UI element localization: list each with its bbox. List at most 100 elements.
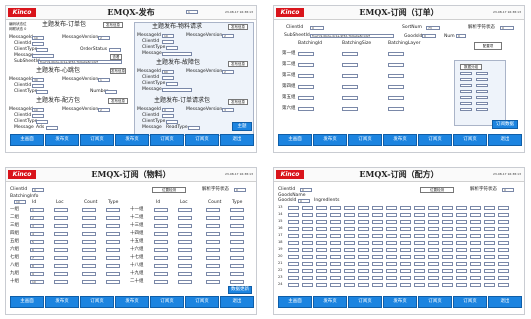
cell-field[interactable]	[106, 272, 120, 276]
cell-field[interactable]	[372, 241, 383, 245]
cell-field[interactable]	[302, 283, 313, 287]
cell-field[interactable]	[400, 255, 411, 259]
publish-alarm-button[interactable]: 发布信息	[228, 61, 248, 67]
setting-button[interactable]: 配置项	[474, 42, 502, 50]
cell-field[interactable]	[470, 248, 481, 252]
clientid-field[interactable]	[162, 40, 174, 44]
clientid-field[interactable]: 0	[300, 188, 312, 192]
cell-field[interactable]	[106, 216, 120, 220]
messageversion-field[interactable]: 3	[222, 108, 234, 112]
nav-publish-2[interactable]: 发布页	[115, 296, 149, 308]
batchinglayer-field[interactable]	[388, 63, 404, 67]
cell-field[interactable]	[484, 262, 495, 266]
cell-field[interactable]	[82, 232, 96, 236]
nav-main[interactable]: 主画面	[10, 296, 44, 308]
cell-field[interactable]: 3	[30, 224, 44, 228]
cell-field[interactable]	[316, 227, 327, 231]
messageversion-field[interactable]: 2	[98, 108, 110, 112]
cell-field[interactable]: 9	[30, 272, 44, 276]
cell-field[interactable]	[386, 283, 397, 287]
cell-field[interactable]	[400, 227, 411, 231]
readtype-field[interactable]	[188, 126, 200, 130]
batchingid-field[interactable]	[298, 107, 314, 111]
cell-field[interactable]	[358, 206, 369, 210]
cell-field[interactable]	[82, 256, 96, 260]
cell-field[interactable]	[358, 269, 369, 273]
cell-field[interactable]	[316, 262, 327, 266]
cell-field[interactable]	[154, 280, 168, 284]
cell-field[interactable]	[288, 255, 299, 259]
cell-field[interactable]	[386, 276, 397, 280]
cell-field[interactable]	[82, 224, 96, 228]
cell-field[interactable]	[442, 234, 453, 238]
cell-field[interactable]	[230, 240, 244, 244]
cell-field[interactable]	[428, 206, 439, 210]
cell-field[interactable]	[154, 264, 168, 268]
cell-field[interactable]: 4	[30, 232, 44, 236]
cell-field[interactable]	[484, 206, 495, 210]
cell-field[interactable]	[302, 269, 313, 273]
nav-subscribe[interactable]: 订阅页	[80, 296, 114, 308]
nav-main[interactable]: 主画面	[10, 134, 44, 146]
cell-field[interactable]	[400, 262, 411, 266]
batchinglayer-field[interactable]	[388, 96, 404, 100]
cell-field[interactable]	[230, 224, 244, 228]
group-field[interactable]	[460, 102, 472, 105]
nav-subscribe-3[interactable]: 订阅页	[453, 296, 487, 308]
cell-field[interactable]	[484, 276, 495, 280]
cell-field[interactable]	[372, 283, 383, 287]
cell-field[interactable]: 7	[30, 256, 44, 260]
group-field[interactable]	[460, 90, 472, 93]
nav-subscribe-2[interactable]: 订阅页	[418, 296, 452, 308]
cell-field[interactable]	[82, 264, 96, 268]
cell-field[interactable]	[330, 269, 341, 273]
cell-field[interactable]	[456, 262, 467, 266]
batchingid-field[interactable]	[298, 52, 314, 56]
cell-field[interactable]	[330, 255, 341, 259]
cell-field[interactable]	[456, 213, 467, 217]
cell-field[interactable]	[154, 216, 168, 220]
cell-field[interactable]	[358, 227, 369, 231]
parse-status-field[interactable]: 0	[500, 26, 514, 30]
cell-field[interactable]	[154, 272, 168, 276]
cell-field[interactable]	[414, 220, 425, 224]
cell-field[interactable]	[316, 269, 327, 273]
group-field[interactable]	[476, 96, 488, 99]
cell-field[interactable]	[82, 240, 96, 244]
group-field[interactable]	[460, 96, 472, 99]
group-data-button[interactable]: 数据分组	[460, 64, 482, 70]
cell-field[interactable]	[54, 216, 68, 220]
nav-exit[interactable]: 退出	[220, 296, 254, 308]
clientid-field[interactable]	[32, 114, 44, 118]
cell-field[interactable]	[106, 280, 120, 284]
cell-field[interactable]	[302, 255, 313, 259]
cell-field[interactable]	[82, 216, 96, 220]
messageversion-field[interactable]: 2	[222, 70, 234, 74]
cell-field[interactable]	[302, 220, 313, 224]
cell-field[interactable]	[400, 283, 411, 287]
cell-field[interactable]	[428, 255, 439, 259]
cell-field[interactable]	[344, 241, 355, 245]
cell-field[interactable]	[54, 232, 68, 236]
batchingsize-field[interactable]	[342, 63, 358, 67]
cell-field[interactable]	[428, 234, 439, 238]
group-field[interactable]	[460, 78, 472, 81]
cell-field[interactable]	[358, 262, 369, 266]
batchinglayer-field[interactable]	[388, 85, 404, 89]
cell-field[interactable]	[442, 262, 453, 266]
batchingid-field[interactable]	[298, 63, 314, 67]
nav-subscribe-2[interactable]: 订阅页	[150, 134, 184, 146]
cell-field[interactable]	[54, 256, 68, 260]
cell-field[interactable]	[414, 255, 425, 259]
group-field[interactable]	[476, 108, 488, 111]
nav-exit[interactable]: 退出	[220, 134, 254, 146]
cell-field[interactable]: 8	[30, 264, 44, 268]
cell-field[interactable]	[302, 248, 313, 252]
batchinglayer-field[interactable]	[388, 74, 404, 78]
cell-field[interactable]	[230, 272, 244, 276]
batchingsize-field[interactable]	[342, 96, 358, 100]
cell-field[interactable]	[470, 206, 481, 210]
cell-field[interactable]	[372, 269, 383, 273]
cell-field[interactable]	[470, 227, 481, 231]
cell-field[interactable]	[498, 206, 509, 210]
